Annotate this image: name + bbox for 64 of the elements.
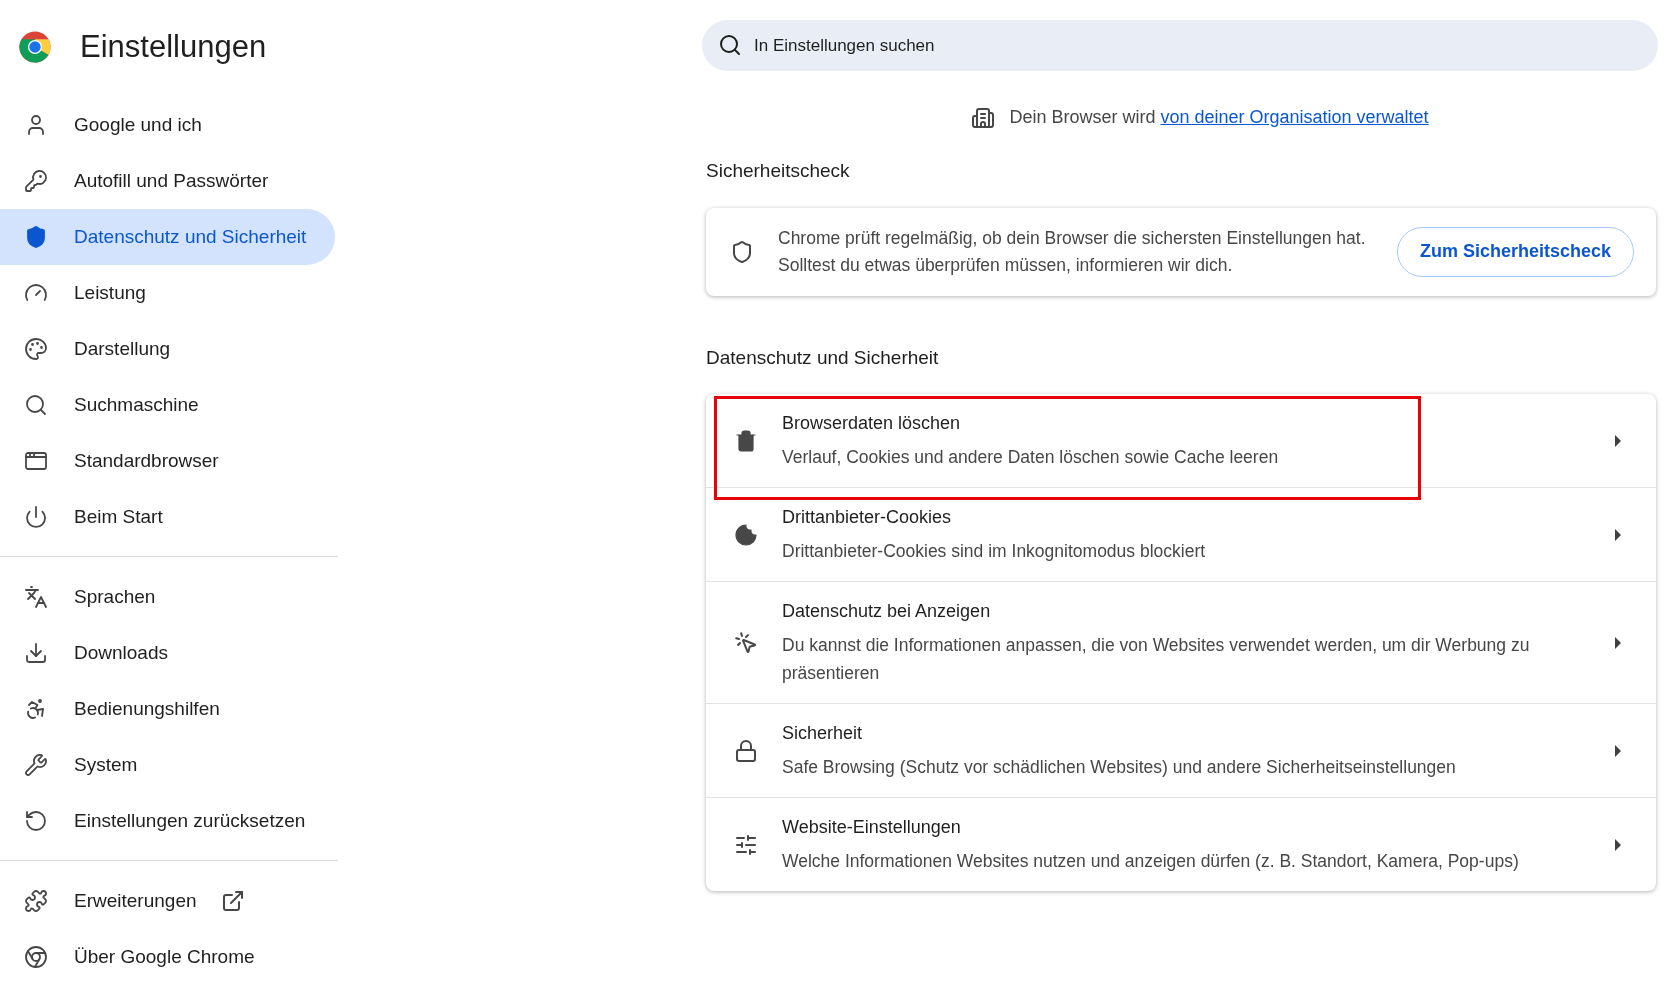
row-subtitle: Welche Informationen Websites nutzen und anzeigen dürfen (z. B. Standort, Kamera, Pop-ups): [782, 850, 1520, 873]
sliders-icon: [734, 832, 758, 857]
arrow-right-icon: [1614, 636, 1622, 649]
shield-icon: [730, 239, 754, 264]
sidebar-item[interactable]: Standardbrowser: [0, 433, 335, 489]
arrow-right-icon: [1614, 744, 1622, 757]
row-subtitle: Verlauf, Cookies und andere Daten löschen sowie Cache leeren: [782, 446, 1280, 469]
search-field[interactable]: In Einstellungen suchen: [702, 20, 1658, 71]
sidebar-item[interactable]: Über Google Chrome: [0, 929, 335, 985]
trash-icon: [734, 428, 758, 453]
organization-link[interactable]: von deiner Organisation verwaltet: [1160, 107, 1429, 127]
row-subtitle: Du kannst die Informationen anpassen, die von Websites verwendet werden, um dir Werbung zu präsentieren: [782, 634, 1531, 685]
sidebar-item[interactable]: Erweiterungen: [0, 873, 335, 929]
window-icon: [24, 449, 48, 473]
chrome-icon: [24, 945, 48, 969]
sidebar-item[interactable]: Datenschutz und Sicherheit: [0, 209, 335, 265]
arrow-right-icon: [1614, 434, 1622, 447]
settings-row[interactable]: Sicherheit Safe Browsing (Schutz vor schädlichen Websites) und andere Sicherheitseinstellungen: [706, 703, 1656, 797]
translate-icon: [24, 585, 48, 609]
chrome-logo-icon: [18, 30, 52, 64]
shield-icon: [24, 225, 48, 249]
lock-icon: [734, 738, 758, 763]
page-title: Einstellungen: [80, 27, 267, 66]
sidebar-item[interactable]: Downloads: [0, 625, 335, 681]
settings-row[interactable]: Drittanbieter-Cookies Drittanbieter-Cookies sind im Inkognitomodus blockiert: [706, 487, 1656, 581]
sidebar-item[interactable]: Sprachen: [0, 569, 335, 625]
key-icon: [24, 169, 48, 193]
cookie-icon: [734, 522, 758, 547]
power-icon: [24, 505, 48, 529]
pointer-icon: [734, 630, 758, 655]
row-title: Browserdaten löschen: [782, 412, 962, 435]
section-heading: Sicherheitscheck: [706, 159, 851, 183]
reset-icon: [24, 809, 48, 833]
row-title: Sicherheit: [782, 722, 864, 745]
sidebar-item[interactable]: System: [0, 737, 335, 793]
sidebar-item[interactable]: Einstellungen zurücksetzen: [0, 793, 335, 849]
sidebar-item[interactable]: Beim Start: [0, 489, 335, 545]
sidebar-item[interactable]: Leistung: [0, 265, 335, 321]
row-title: Website-Einstellungen: [782, 816, 962, 839]
puzzle-icon: [24, 889, 48, 913]
row-title: Drittanbieter-Cookies: [782, 506, 953, 529]
settings-row[interactable]: Browserdaten löschen Verlauf, Cookies und andere Daten löschen sowie Cache leeren: [706, 394, 1656, 487]
sidebar-item[interactable]: Bedienungshilfen: [0, 681, 335, 737]
external-link-icon: [220, 889, 245, 913]
safety-check-text: Chrome prüft regelmäßig, ob dein Browser die sichersten Einstellungen hat. Solltest du etwas überprüfen müssen, informieren wir dich.: [778, 226, 1367, 277]
settings-row[interactable]: Website-Einstellungen Welche Informationen Websites nutzen und anzeigen dürfen (z. B. Standort, Kamera, Pop-ups): [706, 797, 1656, 891]
sidebar-item[interactable]: Google und ich: [0, 97, 335, 153]
row-subtitle: Safe Browsing (Schutz vor schädlichen Websites) und andere Sicherheitseinstellungen: [782, 756, 1457, 779]
download-icon: [24, 641, 48, 665]
sidebar-item[interactable]: Darstellung: [0, 321, 335, 377]
row-title: Datenschutz bei Anzeigen: [782, 600, 992, 623]
palette-icon: [24, 337, 48, 361]
building-icon: [971, 105, 996, 130]
sidebar-item[interactable]: Autofill und Passwörter: [0, 153, 335, 209]
search-icon: [718, 33, 742, 57]
managed-notice: Dein Browser wird von deiner Organisation verwaltet: [1009, 106, 1429, 129]
settings-row[interactable]: Datenschutz bei Anzeigen Du kannst die Informationen anpassen, die von Websites verwendet werden, um dir Werbung zu präsentieren: [706, 581, 1656, 703]
sidebar-item[interactable]: Suchmaschine: [0, 377, 335, 433]
arrow-right-icon: [1614, 838, 1622, 851]
section-heading: Datenschutz und Sicherheit: [706, 345, 940, 370]
search-icon: [24, 393, 48, 417]
arrow-right-icon: [1614, 528, 1622, 541]
row-subtitle: Drittanbieter-Cookies sind im Inkognitomodus blockiert: [782, 540, 1207, 563]
wrench-icon: [24, 753, 48, 777]
